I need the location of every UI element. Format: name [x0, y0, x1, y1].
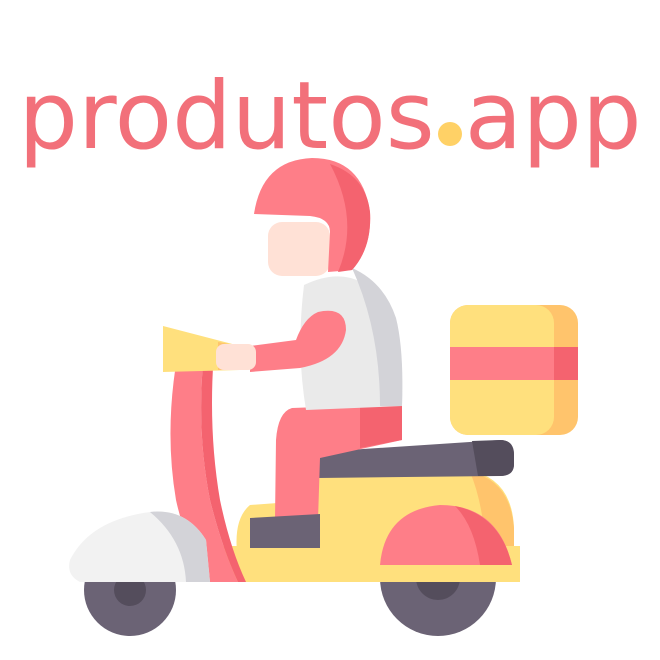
logo-dot-icon [437, 122, 462, 146]
delivery-scooter-illustration [69, 158, 578, 636]
rider-head [254, 158, 371, 276]
splash-screen: produtos app [0, 0, 660, 660]
delivery-box [450, 305, 578, 435]
scooter-front [69, 352, 246, 582]
